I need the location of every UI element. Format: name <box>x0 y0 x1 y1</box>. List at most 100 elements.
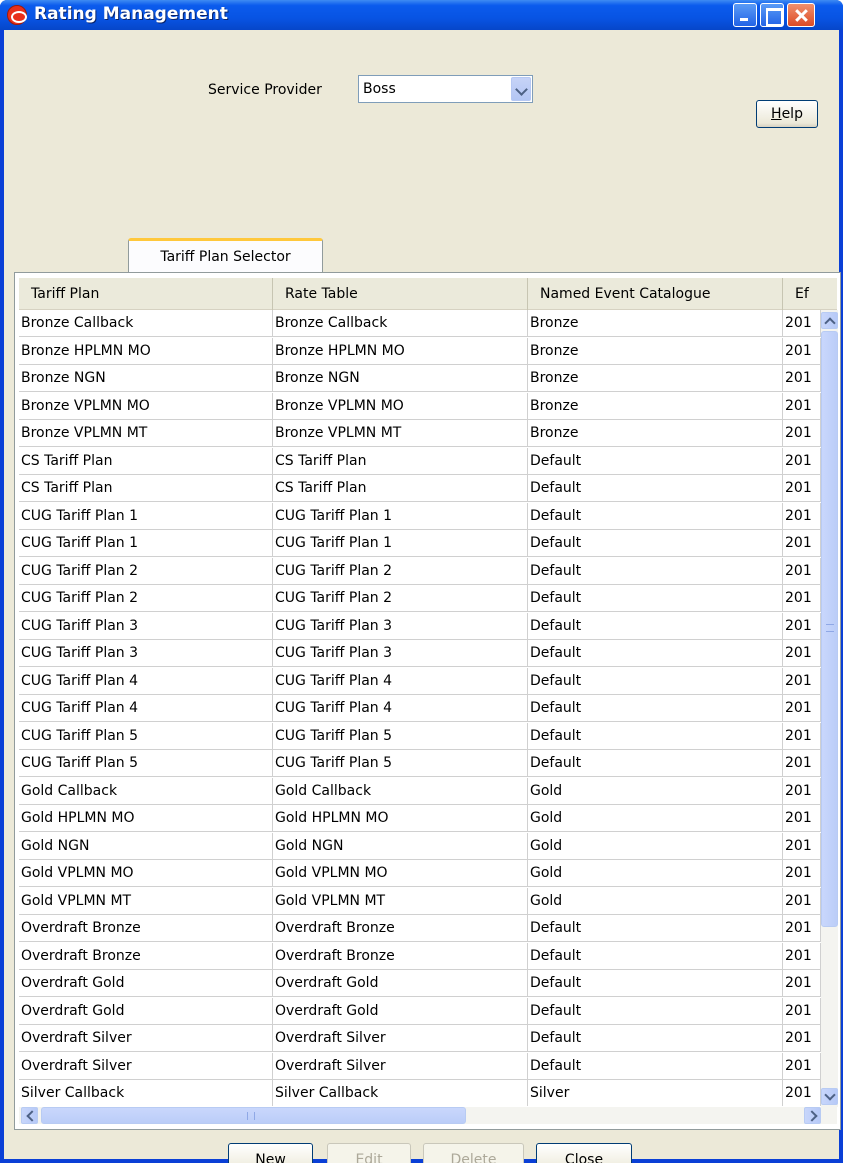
column-header-effective[interactable]: Ef <box>783 278 837 310</box>
cell-tariff-plan: CUG Tariff Plan 5 <box>19 750 273 777</box>
table-row[interactable]: CUG Tariff Plan 5 CUG Tariff Plan 5 Defaul… <box>19 722 821 750</box>
cell-rate-table: Gold VPLMN MT <box>273 887 528 915</box>
maximize-icon[interactable] <box>760 3 784 27</box>
cell-named-event-catalogue: Default <box>528 475 783 502</box>
cell-rate-table: CUG Tariff Plan 5 <box>273 750 528 777</box>
cell-rate-table: Gold NGN <box>273 832 528 860</box>
vertical-scroll-thumb[interactable] <box>821 331 838 927</box>
client-area: Service Provider Boss Help Tariff Plan S… <box>4 30 841 1163</box>
cell-rate-table: CUG Tariff Plan 2 <box>273 557 528 585</box>
table-row[interactable]: CUG Tariff Plan 4 CUG Tariff Plan 4 Defaul… <box>19 667 821 695</box>
table-row[interactable]: Bronze VPLMN MO Bronze VPLMN MO Bronze 201 <box>19 392 821 420</box>
cell-named-event-catalogue: Default <box>528 447 783 475</box>
cell-effective: 201 <box>783 1052 821 1080</box>
cell-rate-table: CS Tariff Plan <box>273 447 528 475</box>
cell-tariff-plan: Overdraft Bronze <box>19 942 273 970</box>
cell-named-event-catalogue: Default <box>528 695 783 722</box>
close-icon[interactable] <box>787 3 815 27</box>
cell-named-event-catalogue: Default <box>528 585 783 612</box>
column-header-named-event-catalogue[interactable]: Named Event Catalogue <box>528 278 783 310</box>
cell-tariff-plan: Overdraft Gold <box>19 997 273 1025</box>
window-title: Rating Management <box>34 4 228 24</box>
delete-button[interactable]: Delete <box>423 1143 524 1163</box>
cell-effective: 201 <box>783 805 821 832</box>
cell-rate-table: CS Tariff Plan <box>273 475 528 502</box>
cell-effective: 201 <box>783 530 821 557</box>
table-row[interactable]: Overdraft Bronze Overdraft Bronze Default 2… <box>19 942 821 970</box>
table-row[interactable]: CUG Tariff Plan 1 CUG Tariff Plan 1 Defaul… <box>19 502 821 530</box>
table-row[interactable]: CUG Tariff Plan 2 CUG Tariff Plan 2 Defaul… <box>19 557 821 585</box>
table-row[interactable]: CS Tariff Plan CS Tariff Plan Default 201 <box>19 447 821 475</box>
cell-rate-table: Overdraft Silver <box>273 1052 528 1080</box>
cell-rate-table: Gold Callback <box>273 777 528 805</box>
table-row[interactable]: Overdraft Gold Overdraft Gold Default 201 <box>19 970 821 997</box>
table-row[interactable]: Bronze Callback Bronze Callback Bronze 201 <box>19 310 821 337</box>
vertical-scrollbar[interactable] <box>821 310 838 1107</box>
table-row[interactable]: CUG Tariff Plan 3 CUG Tariff Plan 3 Defaul… <box>19 612 821 640</box>
cell-named-event-catalogue: Gold <box>528 860 783 887</box>
tab-tariff-plan-selector[interactable]: Tariff Plan Selector <box>128 238 323 272</box>
cell-tariff-plan: Bronze NGN <box>19 365 273 392</box>
cell-rate-table: Gold VPLMN MO <box>273 860 528 887</box>
table-row[interactable]: CUG Tariff Plan 1 CUG Tariff Plan 1 Defaul… <box>19 530 821 557</box>
cell-rate-table: CUG Tariff Plan 3 <box>273 640 528 667</box>
title-bar[interactable]: Rating Management <box>0 0 843 30</box>
scroll-left-icon[interactable] <box>21 1107 38 1124</box>
cell-rate-table: Overdraft Gold <box>273 997 528 1025</box>
cell-rate-table: CUG Tariff Plan 1 <box>273 530 528 557</box>
table-row[interactable]: Overdraft Gold Overdraft Gold Default 201 <box>19 997 821 1025</box>
table-row[interactable]: Silver Callback Silver Callback Silver 201 <box>19 1080 821 1106</box>
cell-rate-table: Overdraft Bronze <box>273 942 528 970</box>
table-row[interactable]: Overdraft Silver Overdraft Silver Default 2… <box>19 1052 821 1080</box>
table-row[interactable]: Overdraft Silver Overdraft Silver Default 2… <box>19 1025 821 1052</box>
table-row[interactable]: Overdraft Bronze Overdraft Bronze Default 2… <box>19 915 821 942</box>
table-row[interactable]: CUG Tariff Plan 4 CUG Tariff Plan 4 Defaul… <box>19 695 821 722</box>
table-row[interactable]: Gold VPLMN MO Gold VPLMN MO Gold 201 <box>19 860 821 887</box>
table-row[interactable]: Gold NGN Gold NGN Gold 201 <box>19 832 821 860</box>
scroll-up-icon[interactable] <box>821 312 838 329</box>
cell-effective: 201 <box>783 667 821 695</box>
cell-tariff-plan: CUG Tariff Plan 3 <box>19 640 273 667</box>
help-button[interactable]: Help <box>756 100 818 128</box>
table-row[interactable]: Gold Callback Gold Callback Gold 201 <box>19 777 821 805</box>
minimize-icon[interactable] <box>733 3 757 27</box>
table-row[interactable]: Bronze NGN Bronze NGN Bronze 201 <box>19 365 821 392</box>
edit-button[interactable]: Edit <box>327 1143 411 1163</box>
cell-named-event-catalogue: Gold <box>528 832 783 860</box>
close-button[interactable]: Close <box>536 1143 632 1163</box>
cell-rate-table: CUG Tariff Plan 1 <box>273 502 528 530</box>
table-row[interactable]: Bronze VPLMN MT Bronze VPLMN MT Bronze 201 <box>19 420 821 447</box>
column-header-tariff-plan[interactable]: Tariff Plan <box>19 278 273 310</box>
cell-named-event-catalogue: Default <box>528 970 783 997</box>
cell-effective: 201 <box>783 420 821 447</box>
cell-tariff-plan: CUG Tariff Plan 4 <box>19 667 273 695</box>
table-row[interactable]: CUG Tariff Plan 5 CUG Tariff Plan 5 Defaul… <box>19 750 821 777</box>
scroll-right-icon[interactable] <box>804 1107 821 1124</box>
table-row[interactable]: Gold HPLMN MO Gold HPLMN MO Gold 201 <box>19 805 821 832</box>
service-provider-select[interactable]: Boss <box>358 75 533 103</box>
cell-effective: 201 <box>783 557 821 585</box>
table-row[interactable]: CS Tariff Plan CS Tariff Plan Default 201 <box>19 475 821 502</box>
table-row[interactable]: CUG Tariff Plan 3 CUG Tariff Plan 3 Defaul… <box>19 640 821 667</box>
table-row[interactable]: Gold VPLMN MT Gold VPLMN MT Gold 201 <box>19 887 821 915</box>
cell-effective: 201 <box>783 695 821 722</box>
service-provider-value: Boss <box>363 81 396 97</box>
cell-tariff-plan: Overdraft Silver <box>19 1052 273 1080</box>
table-row[interactable]: Bronze HPLMN MO Bronze HPLMN MO Bronze 201 <box>19 337 821 365</box>
cell-tariff-plan: Gold NGN <box>19 832 273 860</box>
horizontal-scrollbar[interactable] <box>19 1107 837 1124</box>
tariff-plan-table: Tariff Plan Rate Table Named Event Catal… <box>14 272 841 1130</box>
cell-tariff-plan: CUG Tariff Plan 3 <box>19 612 273 640</box>
cell-tariff-plan: Gold VPLMN MO <box>19 860 273 887</box>
app-window: Rating Management Service Provider Boss … <box>0 0 843 1163</box>
cell-named-event-catalogue: Bronze <box>528 420 783 447</box>
horizontal-scroll-thumb[interactable] <box>41 1107 466 1124</box>
table-row[interactable]: CUG Tariff Plan 2 CUG Tariff Plan 2 Defaul… <box>19 585 821 612</box>
cell-tariff-plan: Overdraft Gold <box>19 970 273 997</box>
cell-rate-table: Bronze Callback <box>273 310 528 337</box>
dropdown-arrow-icon[interactable] <box>511 77 531 101</box>
scroll-down-icon[interactable] <box>821 1088 838 1105</box>
column-header-rate-table[interactable]: Rate Table <box>273 278 528 310</box>
new-button[interactable]: New <box>228 1143 313 1163</box>
cell-effective: 201 <box>783 722 821 750</box>
